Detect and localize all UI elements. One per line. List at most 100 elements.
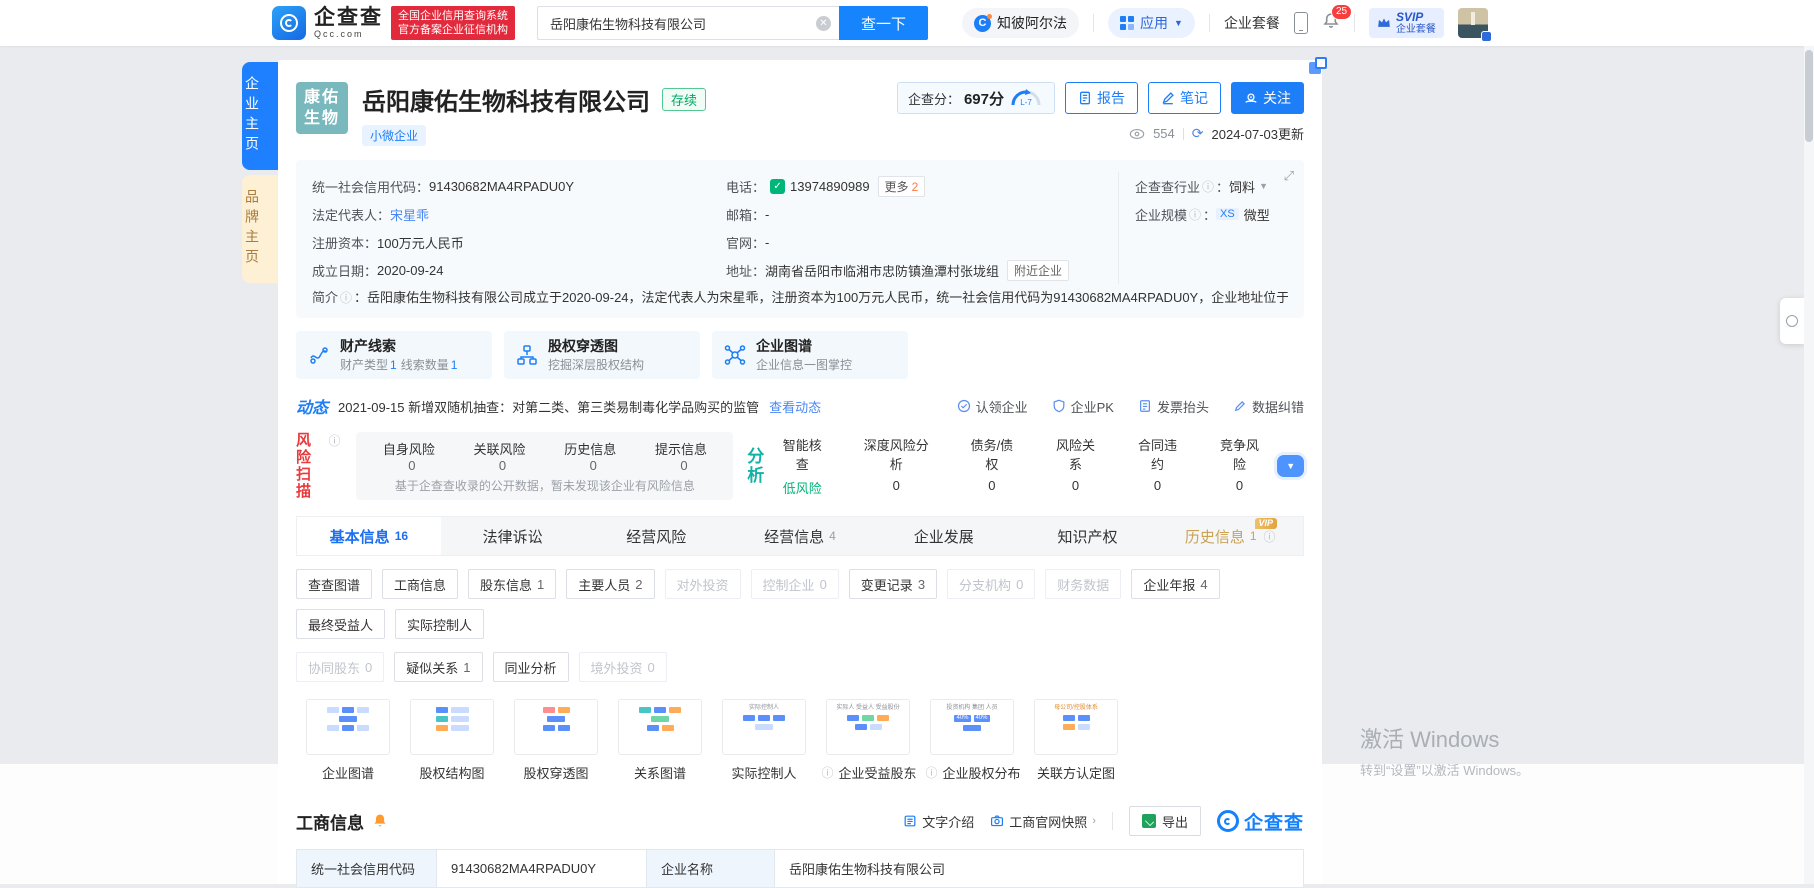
- clear-search-icon[interactable]: ✕: [816, 16, 831, 31]
- invoice-title-link[interactable]: 发票抬头: [1138, 397, 1209, 416]
- analysis-item[interactable]: 竞争风险0: [1216, 435, 1264, 497]
- corner-expand-icon[interactable]: ⤢: [1284, 168, 1294, 184]
- chip-peer-analysis[interactable]: 同业分析: [493, 652, 569, 682]
- tab-history-info[interactable]: VIP 历史信息1ⓘ: [1159, 517, 1303, 555]
- chip-shareholders[interactable]: 股东信息1: [468, 569, 556, 599]
- svg-text:L-7: L-7: [1020, 98, 1032, 107]
- analysis-item[interactable]: 债务/债权0: [966, 435, 1017, 497]
- company-pk-link[interactable]: 企业PK: [1052, 397, 1114, 416]
- refresh-icon[interactable]: ⟳: [1192, 125, 1204, 142]
- apps-grid-icon: [1120, 16, 1134, 30]
- info-col-left: 统一社会信用代码：91430682MA4RPADU0Y 法定代表人：宋星乖 注册…: [312, 172, 710, 284]
- analysis-item[interactable]: 风险关系0: [1052, 435, 1100, 497]
- caret-down-icon[interactable]: ▼: [1259, 181, 1268, 191]
- chip-ultimate-beneficiary[interactable]: 最终受益人: [296, 609, 385, 639]
- camera-icon: [990, 814, 1004, 828]
- user-avatar[interactable]: [1458, 8, 1488, 38]
- scrollbar-track[interactable]: [1804, 46, 1814, 884]
- scrollbar-thumb[interactable]: [1805, 50, 1813, 142]
- analysis-item[interactable]: 合同违约0: [1134, 435, 1182, 497]
- apps-menu[interactable]: 应用 ▼: [1108, 8, 1195, 38]
- qcc-logo-icon[interactable]: [272, 6, 306, 40]
- mobile-app-icon[interactable]: [1294, 12, 1308, 34]
- graph-thumb: 母公司/控股体系: [1034, 699, 1118, 755]
- graph-icon: [724, 344, 746, 366]
- avatar-vip-badge: [1481, 31, 1492, 42]
- official-snapshot-button[interactable]: 工商官网快照 ›: [990, 812, 1096, 831]
- tab-basic-info[interactable]: 基本信息16: [297, 517, 441, 555]
- risk-scan-row: 风险扫描 ⓘ 自身风险0 关联风险0 历史信息0 提示信息0 基于企查查收录的公…: [296, 432, 1304, 500]
- risk-stat[interactable]: 关联风险0: [469, 439, 530, 473]
- tab-company-home[interactable]: 企业主页: [242, 62, 278, 170]
- tab-brand-home[interactable]: 品牌主页: [242, 175, 278, 283]
- edit-icon: [1233, 399, 1247, 413]
- graph-equity-structure[interactable]: 股权结构图: [400, 699, 504, 782]
- chip-graph[interactable]: 查查图谱: [296, 569, 372, 599]
- data-correction-link[interactable]: 数据纠错: [1233, 397, 1304, 416]
- zhibi-alpha-link[interactable]: C 知彼阿尔法: [962, 8, 1079, 38]
- risk-stat[interactable]: 提示信息0: [651, 439, 712, 473]
- graph-company-graph[interactable]: 企业图谱: [296, 699, 400, 782]
- note-button[interactable]: 笔记: [1148, 82, 1221, 114]
- risk-collapse-button[interactable]: ▼: [1277, 455, 1304, 477]
- dynamics-label: 动态: [296, 394, 328, 418]
- card-company-graph[interactable]: 企业图谱企业信息一图掌控: [712, 331, 908, 379]
- tab-legal-proceedings[interactable]: 法律诉讼: [441, 517, 585, 555]
- monitor-icon: [1244, 91, 1258, 105]
- chip-suspected-relations[interactable]: 疑似关系1: [394, 652, 482, 682]
- pen-icon: [1161, 91, 1175, 105]
- search-input[interactable]: [550, 16, 816, 31]
- follow-button[interactable]: 关注: [1231, 82, 1304, 114]
- side-float-widget[interactable]: [1780, 298, 1804, 344]
- graph-equity-penetration[interactable]: 股权穿透图: [504, 699, 608, 782]
- graph-relationship[interactable]: 关系图谱: [608, 699, 712, 782]
- graph-thumb: 实际人 受益人 受益股份: [826, 699, 910, 755]
- subsection-chips-row1: 查查图谱 工商信息 股东信息1 主要人员2 对外投资 控制企业0 变更记录3 分…: [296, 569, 1304, 639]
- risk-stat[interactable]: 历史信息0: [560, 439, 621, 473]
- search-button[interactable]: 查一下: [839, 6, 928, 40]
- graph-related-parties[interactable]: 母公司/控股体系 关联方认定图: [1024, 699, 1128, 782]
- card-property-clues[interactable]: 财产线索 财产类型1线索数量1: [296, 331, 492, 379]
- tab-company-development[interactable]: 企业发展: [872, 517, 1016, 555]
- industry-value[interactable]: 饲料: [1229, 177, 1255, 196]
- risk-caption: 基于企查查收录的公开数据，暂未发现该企业有风险信息: [378, 477, 711, 494]
- chip-business-info[interactable]: 工商信息: [382, 569, 458, 599]
- tab-operation-info[interactable]: 经营信息4: [728, 517, 872, 555]
- browser-extension-icon[interactable]: [1309, 57, 1329, 77]
- enterprise-package-link[interactable]: 企业套餐: [1224, 13, 1280, 33]
- graph-beneficial-shareholders[interactable]: 实际人 受益人 受益股份 ⓘ企业受益股东: [816, 699, 920, 782]
- divider: [1093, 14, 1094, 32]
- nearby-companies-button[interactable]: 附近企业: [1007, 260, 1069, 281]
- phone-more-button[interactable]: 更多2: [878, 176, 926, 197]
- chip-annual-reports[interactable]: 企业年报4: [1131, 569, 1219, 599]
- claim-company-link[interactable]: 认领企业: [957, 397, 1028, 416]
- text-intro-button[interactable]: 文字介绍: [903, 812, 974, 831]
- verified-check-icon: ✓: [770, 179, 785, 194]
- analysis-item[interactable]: 智能核查低风险: [778, 435, 826, 497]
- chip-actual-controller[interactable]: 实际控制人: [395, 609, 484, 639]
- business-info-header: 工商信息 文字介绍 工商官网快照 › 导出: [296, 806, 1304, 836]
- chip-overseas-investment: 境外投资0: [579, 652, 667, 682]
- risk-stat[interactable]: 自身风险0: [378, 439, 439, 473]
- chip-key-personnel[interactable]: 主要人员2: [566, 569, 654, 599]
- svip-package-badge[interactable]: SVIP 企业套餐: [1369, 8, 1444, 38]
- qcc-score[interactable]: 企查分： 697分 L-7: [897, 82, 1055, 114]
- business-info-table: 统一社会信用代码 91430682MA4RPADU0Y 企业名称 岳阳康佑生物科…: [296, 849, 1304, 888]
- notifications[interactable]: 25: [1322, 12, 1340, 35]
- analysis-item[interactable]: 深度风险分析0: [860, 435, 932, 497]
- chip-change-records[interactable]: 变更记录3: [849, 569, 937, 599]
- report-button[interactable]: 报告: [1065, 82, 1138, 114]
- view-dynamics-link[interactable]: 查看动态: [769, 397, 821, 416]
- check-circle-icon: [957, 399, 971, 413]
- company-info-panel: ⤢ 统一社会信用代码：91430682MA4RPADU0Y 法定代表人：宋星乖 …: [296, 160, 1304, 318]
- graph-actual-controller[interactable]: 实际控制人 实际控制人: [712, 699, 816, 782]
- tab-intellectual-property[interactable]: 知识产权: [1016, 517, 1160, 555]
- subscribe-bell-icon[interactable]: [372, 813, 388, 829]
- qcc-brand[interactable]: 企查查 Qcc.com: [314, 7, 383, 39]
- dynamics-row: 动态 2021-09-15 新增双随机抽查：对第二类、第三类易制毒化学品购买的监…: [296, 394, 1304, 418]
- tab-operation-risk[interactable]: 经营风险: [584, 517, 728, 555]
- export-button[interactable]: 导出: [1129, 806, 1201, 836]
- graph-equity-distribution[interactable]: 投资机构 集团 人员 40%40% ⓘ企业股权分布: [920, 699, 1024, 782]
- legal-rep-link[interactable]: 宋星乖: [390, 205, 429, 224]
- card-equity-penetration[interactable]: 股权穿透图挖掘深层股权结构: [504, 331, 700, 379]
